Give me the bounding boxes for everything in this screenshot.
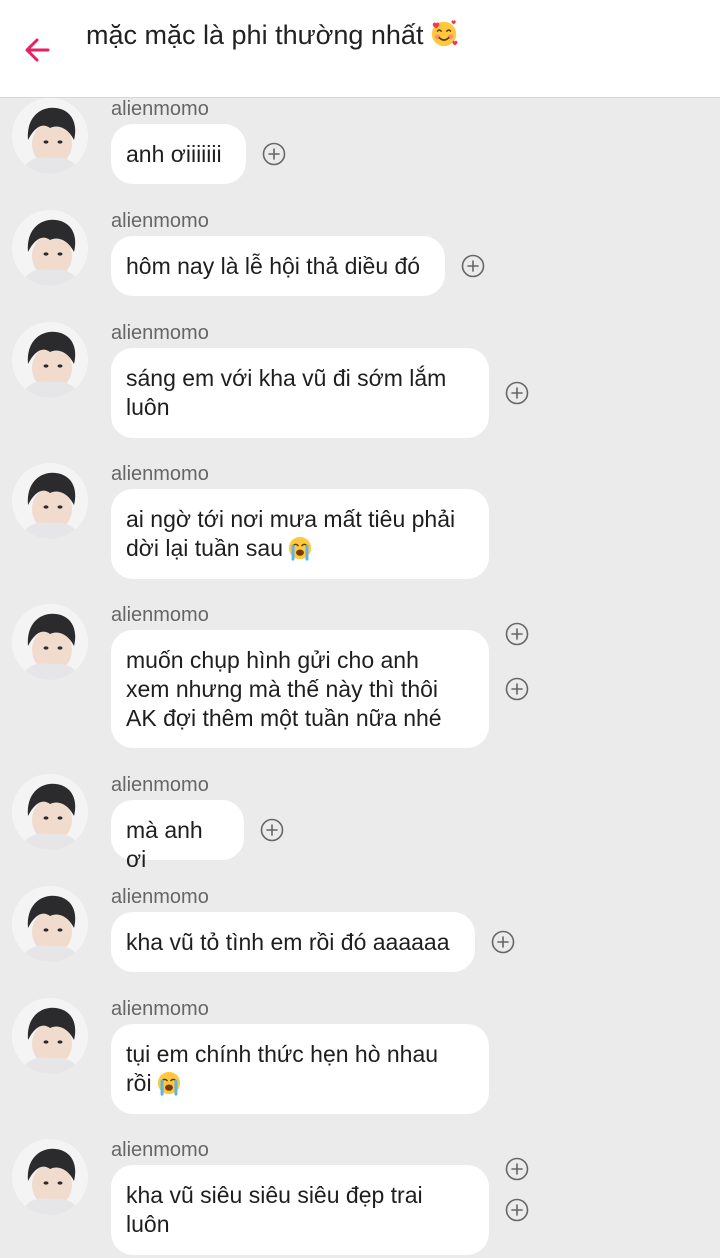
avatar-image: [12, 1139, 88, 1215]
message-bubble[interactable]: hôm nay là lễ hội thả diều đó: [111, 236, 445, 296]
message-bubble[interactable]: sáng em với kha vũ đi sớm lắm luôn: [111, 348, 489, 438]
message-text: hôm nay là lễ hội thả diều đó: [126, 253, 421, 279]
add-reaction-icon[interactable]: [262, 142, 286, 166]
avatar[interactable]: [12, 1139, 88, 1215]
avatar[interactable]: [12, 604, 88, 680]
chat-title: mặc mặc là phi thường nhất: [86, 18, 459, 51]
message-text: kha vũ siêu siêu siêu đẹp trai luôn: [126, 1182, 423, 1237]
message-text: muốn chụp hình gửi cho anh xem nhưng mà …: [126, 647, 442, 731]
avatar-image: [12, 463, 88, 539]
avatar-image: [12, 998, 88, 1074]
add-reaction-icon[interactable]: [505, 1157, 529, 1181]
message-bubble[interactable]: mà anh ơi: [111, 800, 244, 872]
avatar[interactable]: [12, 98, 88, 174]
avatar[interactable]: [12, 463, 88, 539]
add-reaction-icon[interactable]: [260, 818, 284, 842]
avatar-image: [12, 210, 88, 286]
message-text: sáng em với kha vũ đi sớm lắm luôn: [126, 365, 447, 420]
avatar-image: [12, 604, 88, 680]
avatar[interactable]: [12, 886, 88, 962]
add-reaction-icon[interactable]: [461, 254, 485, 278]
avatar-image: [12, 98, 88, 174]
message-bubble[interactable]: ai ngờ tới nơi mưa mất tiêu phải dời lại…: [111, 489, 489, 579]
avatar[interactable]: [12, 774, 88, 850]
avatar-image: [12, 886, 88, 962]
sender-name: alienmomo: [111, 210, 209, 232]
sender-name: alienmomo: [111, 463, 209, 485]
avatar-image: [12, 774, 88, 850]
sender-name: alienmomo: [111, 98, 209, 120]
sender-name: alienmomo: [111, 322, 209, 344]
avatar-image: [12, 322, 88, 398]
sender-name: alienmomo: [111, 774, 209, 796]
avatar[interactable]: [12, 210, 88, 286]
loudly-crying-face-icon: [288, 536, 312, 561]
sender-name: alienmomo: [111, 1139, 209, 1161]
chat-header: mặc mặc là phi thường nhất: [0, 0, 720, 98]
sender-name: alienmomo: [111, 604, 209, 626]
message-text: kha vũ tỏ tình em rồi đó aaaaaa: [126, 929, 450, 955]
loudly-crying-face-icon: [157, 1071, 180, 1096]
sender-name: alienmomo: [111, 886, 209, 908]
chat-title-text: mặc mặc là phi thường nhất: [86, 20, 424, 50]
message-bubble[interactable]: muốn chụp hình gửi cho anh xem nhưng mà …: [111, 630, 489, 748]
message-bubble[interactable]: tụi em chính thức hẹn hò nhau rồi: [111, 1024, 489, 1114]
back-arrow-icon[interactable]: [18, 30, 58, 70]
add-reaction-icon[interactable]: [505, 622, 529, 646]
add-reaction-icon[interactable]: [505, 381, 529, 405]
avatar[interactable]: [12, 322, 88, 398]
avatar[interactable]: [12, 998, 88, 1074]
message-bubble[interactable]: anh ơiiiiiii: [111, 124, 246, 184]
message-list[interactable]: alienmomo anh ơiiiiiii alienmomo hôm nay…: [0, 98, 720, 1258]
message-text: anh ơiiiiiii: [126, 141, 222, 167]
message-bubble[interactable]: kha vũ tỏ tình em rồi đó aaaaaa: [111, 912, 475, 972]
add-reaction-icon[interactable]: [505, 677, 529, 701]
sender-name: alienmomo: [111, 998, 209, 1020]
add-reaction-icon[interactable]: [505, 1198, 529, 1222]
message-text: mà anh ơi: [126, 817, 203, 872]
message-bubble[interactable]: kha vũ siêu siêu siêu đẹp trai luôn: [111, 1165, 489, 1255]
smiling-face-with-hearts-icon: [432, 20, 458, 47]
add-reaction-icon[interactable]: [491, 930, 515, 954]
